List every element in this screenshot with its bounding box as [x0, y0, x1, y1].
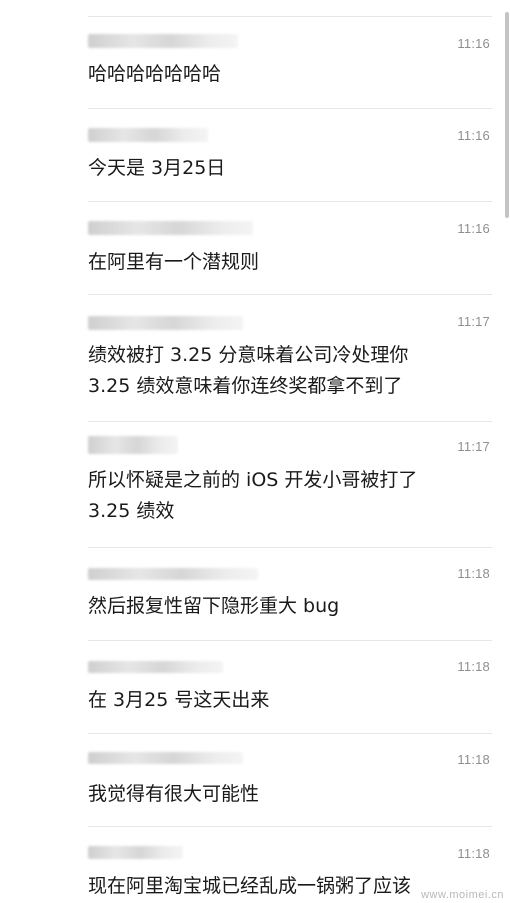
message-divider — [88, 547, 492, 548]
message-item[interactable]: 11:17 绩效被打 3.25 分意味着公司冷处理你 3.25 绩效意味着你连终… — [0, 294, 510, 422]
message-divider — [88, 16, 492, 17]
message-item[interactable]: 11:18 然后报复性留下隐形重大 bug — [0, 547, 510, 641]
scrollbar-thumb[interactable] — [505, 12, 509, 218]
message-text[interactable]: 在阿里有一个潜规则 — [88, 247, 480, 278]
sender-name-blurred — [88, 436, 178, 454]
message-text[interactable]: 然后报复性留下隐形重大 bug — [88, 591, 480, 622]
sender-name-blurred — [88, 568, 258, 580]
sender-name-blurred — [88, 34, 238, 48]
message-divider — [88, 421, 492, 422]
message-text[interactable]: 我觉得有很大可能性 — [88, 779, 480, 810]
message-time: 11:18 — [457, 846, 490, 861]
message-item[interactable]: 11:18 我觉得有很大可能性 — [0, 733, 510, 827]
message-divider — [88, 201, 492, 202]
message-item[interactable]: 11:18 在 3月25 号这天出来 — [0, 640, 510, 734]
message-text[interactable]: 绩效被打 3.25 分意味着公司冷处理你 3.25 绩效意味着你连终奖都拿不到了 — [88, 340, 480, 402]
message-divider — [88, 108, 492, 109]
message-text[interactable]: 哈哈哈哈哈哈哈 — [88, 59, 480, 90]
message-time: 11:16 — [457, 128, 490, 143]
message-time: 11:16 — [457, 36, 490, 51]
message-time: 11:17 — [457, 439, 490, 454]
message-time: 11:18 — [457, 566, 490, 581]
message-time: 11:16 — [457, 221, 490, 236]
chat-message-list[interactable]: 11:16 哈哈哈哈哈哈哈 11:16 今天是 3月25日 11:16 在阿里有… — [0, 0, 510, 903]
message-divider — [88, 294, 492, 295]
message-divider — [88, 733, 492, 734]
message-time: 11:18 — [457, 659, 490, 674]
sender-name-blurred — [88, 846, 183, 859]
watermark-text: www.moimei.cn — [421, 889, 504, 901]
message-item[interactable]: 11:16 今天是 3月25日 — [0, 108, 510, 202]
sender-name-blurred — [88, 316, 243, 330]
message-text[interactable]: 在 3月25 号这天出来 — [88, 685, 480, 716]
message-item[interactable]: 11:16 在阿里有一个潜规则 — [0, 201, 510, 295]
message-time: 11:17 — [457, 314, 490, 329]
message-divider — [88, 826, 492, 827]
sender-name-blurred — [88, 661, 223, 673]
message-text[interactable]: 今天是 3月25日 — [88, 153, 480, 184]
message-text[interactable]: 所以怀疑是之前的 iOS 开发小哥被打了 3.25 绩效 — [88, 465, 480, 527]
sender-name-blurred — [88, 752, 243, 764]
sender-name-blurred — [88, 221, 253, 235]
message-item[interactable]: 11:17 所以怀疑是之前的 iOS 开发小哥被打了 3.25 绩效 — [0, 421, 510, 548]
message-item[interactable]: 11:16 哈哈哈哈哈哈哈 — [0, 0, 510, 108]
sender-name-blurred — [88, 128, 208, 142]
message-time: 11:18 — [457, 752, 490, 767]
message-divider — [88, 640, 492, 641]
